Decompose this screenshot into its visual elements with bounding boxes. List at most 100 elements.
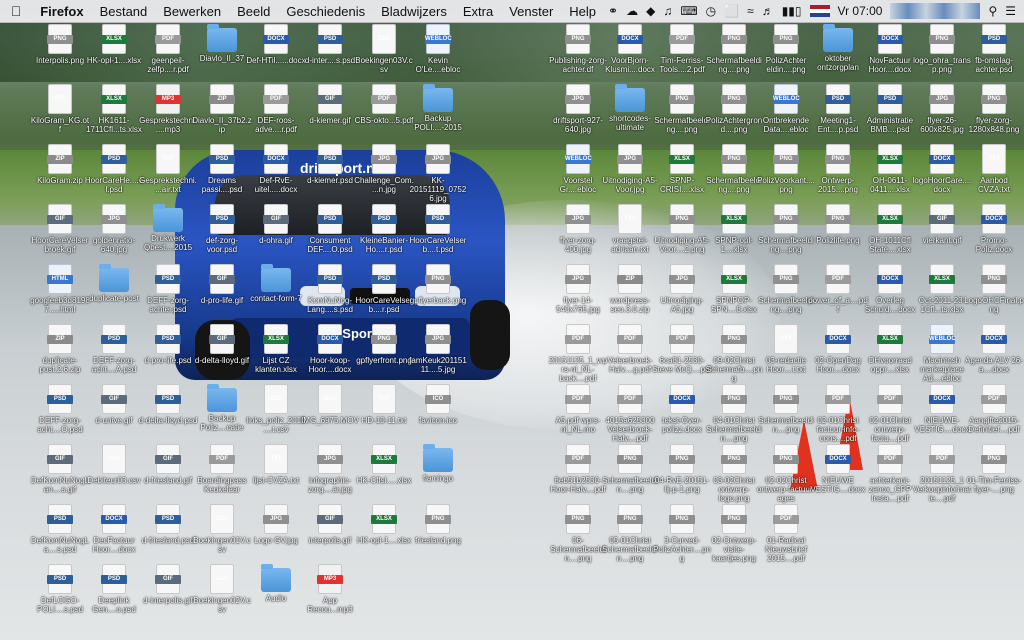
desktop-file-icon[interactable]: GIF HoorCareVelserbroek.gif — [30, 204, 90, 266]
menu-bewerken[interactable]: Bewerken — [155, 4, 229, 19]
desktop-file-icon[interactable]: duplicate-post — [84, 264, 144, 326]
menu-bladwijzers[interactable]: Bladwijzers — [373, 4, 455, 19]
desktop-file-icon[interactable]: PNG PolizAchtergrond....png — [704, 84, 764, 146]
desktop-file-icon[interactable]: PDF Tim-Ferriss-Tools....2.pdf — [652, 24, 712, 86]
desktop-file-icon[interactable]: CSV Boekingen02V.csv — [192, 564, 252, 626]
desktop-file-icon[interactable]: PNG Polizlife.png — [808, 204, 868, 266]
desktop-file-icon[interactable]: XLSX Lijst CZ klanten.xlsx — [246, 324, 306, 386]
desktop-file-icon[interactable]: XLSX HK1611-1711Cfl...ts.xlsx — [84, 84, 144, 146]
desktop-file-icon[interactable]: MOV IMG_6975.MOV — [300, 384, 360, 446]
desktop-file-icon[interactable]: JPG goldenratio-640.jpg — [84, 204, 144, 266]
desktop-file-icon[interactable]: PDF Aangifte2015-Definitief....pdf — [964, 384, 1024, 446]
desktop-file-icon[interactable]: PNG 03-02Christ ontwerp-logo.png — [704, 444, 764, 506]
desktop-file-icon[interactable]: PDF Velserbroek-Halv....g.pdf — [600, 324, 660, 386]
desktop-file-icon[interactable]: PNG Schermafbeelding....png — [704, 24, 764, 86]
menu-beeld[interactable]: Beeld — [229, 4, 278, 19]
desktop-file-icon[interactable]: MP3 App Recou...mp3 — [300, 564, 360, 626]
sync-icon[interactable]: ⚭ — [608, 4, 618, 18]
desktop-file-icon[interactable]: XLSX OHvoorraad oppr....xlsx — [860, 324, 920, 386]
desktop-file-icon[interactable]: Drukwerk Qbest....2015 — [138, 204, 198, 266]
desktop-file-icon[interactable]: PNG Schermafbeelding....png — [756, 264, 816, 326]
desktop-file-icon[interactable]: PSD d-pro-life.psd — [138, 324, 198, 386]
desktop-file-icon[interactable]: DOCX tekst-Over-polizz.docx — [652, 384, 712, 446]
desktop-file-icon[interactable]: ICO favicon.ico — [408, 384, 468, 446]
desktop-file-icon[interactable]: PSD Deeplink Gen....o.psd — [84, 564, 144, 626]
desktop-file-icon[interactable]: PNG gpflyerfront.png — [354, 324, 414, 386]
desktop-file-icon[interactable]: PNG LogoOHCFinal.png — [964, 264, 1024, 326]
desktop-file-icon[interactable]: JPG KK-20151119_07526.jpg — [408, 144, 468, 206]
desktop-file-icon[interactable]: GIF d-kiemer.gif — [300, 84, 360, 146]
desktop-file-icon[interactable]: PSD d-friesland.psd — [138, 504, 198, 566]
desktop-file-icon[interactable]: TXT Aanbod CVZA.txt — [964, 144, 1024, 206]
desktop-file-icon[interactable]: PNG logo_ohra_transp.png — [912, 24, 972, 86]
desktop-file-icon[interactable]: GIF d-delta-lloyd.gif — [192, 324, 252, 386]
desktop-file-icon[interactable]: XLSX HK-opl-1....xlsx — [84, 24, 144, 86]
desktop-file-icon[interactable]: XLSX SPNP-opl-1....xlsx — [704, 204, 764, 266]
desktop-file-icon[interactable]: flamingo — [408, 444, 468, 506]
desktop-file-icon[interactable]: DOCX NIEUWE VESTIG....docx — [808, 444, 868, 506]
desktop-file-icon[interactable]: PNG Schermafbeeldin....png — [600, 444, 660, 506]
desktop-file-icon[interactable]: DOCX Hoor-koop-Hoor....docx — [300, 324, 360, 386]
desktop-file-icon[interactable]: PNG Schermafbeelding....png — [652, 84, 712, 146]
desktop-file-icon[interactable]: DOCX Def-HTil......docx — [246, 24, 306, 86]
desktop-file-icon[interactable]: CSV Boekingen01V.csv — [192, 504, 252, 566]
clock[interactable]: Vr 07:00 — [838, 4, 883, 18]
desktop-file-icon[interactable]: DOCX Promo-Poliz.docx — [964, 204, 1024, 266]
desktop-file-icon[interactable]: PDF geenpeil-zelfp....r.pdf — [138, 24, 198, 86]
desktop-file-icon[interactable]: GIF d-friesland.gif — [138, 444, 198, 506]
desktop-file-icon[interactable]: PDF 6ca81-2530-Steve McQ....pdf — [652, 324, 712, 386]
desktop-file-icon[interactable]: DOCX NovFactuur Hoor....docx — [860, 24, 920, 86]
desktop-file-icon[interactable]: oktober ontzorgplan — [808, 24, 868, 86]
desktop-file-icon[interactable]: WEBLOC Ontbrekende Data....ebloc — [756, 84, 816, 146]
desktop-file-icon[interactable]: PNG friesland.png — [408, 504, 468, 566]
dropbox-icon[interactable]: ◆ — [646, 4, 655, 18]
menu-geschiedenis[interactable]: Geschiedenis — [278, 4, 373, 19]
desktop-file-icon[interactable]: TXT 03-redactie Hoor....t.txt — [756, 324, 816, 386]
desktop-file-icon[interactable]: JPG Uitnodiging-A5-Voor.jpg — [600, 144, 660, 206]
clock-icon[interactable]: ◷ — [706, 4, 716, 18]
desktop-file-icon[interactable]: PNG PolizAchter eldin....png — [756, 24, 816, 86]
desktop-file-icon[interactable]: DOCX logoHoorCare....docx — [912, 144, 972, 206]
desktop-file-icon[interactable]: PNG 09-02Christ Schermafb....png — [704, 324, 764, 386]
desktop-file-icon[interactable]: CSV Debiteur03.csv — [84, 444, 144, 506]
desktop-file-icon[interactable]: PNG Interpolis.png — [30, 24, 90, 86]
desktop-file-icon[interactable]: PDF achterkant-zanox_GPP Insta....pdf — [860, 444, 920, 506]
desktop-file-icon[interactable]: CSV links_poliz_2015....t.csv — [246, 384, 306, 446]
desktop-file-icon[interactable]: PNG 01-Tim-Ferriss-flyer-....png — [964, 444, 1024, 506]
desktop-file-icon[interactable]: PNG flyer-zorg-1280x848.png — [964, 84, 1024, 146]
desktop-file-icon[interactable]: PSD Dreams passi....psd — [192, 144, 252, 206]
desktop-file-icon[interactable]: PNG Schermafbeelding....png — [704, 144, 764, 206]
desktop-file-icon[interactable]: GIF vierkant.gif — [912, 204, 972, 266]
desktop-file-icon[interactable]: PSD HoorCareVelserb....t.psd — [408, 204, 468, 266]
desktop-file-icon[interactable]: XLSX SPNP-CRISI....xlsx — [652, 144, 712, 206]
desktop-file-icon[interactable]: PSD Consument DEF....O.psd — [300, 204, 360, 266]
battery-icon[interactable]: ▮▮▯ — [782, 4, 802, 18]
desktop-file-icon[interactable]: XLSX OH-0611-0411....xlsx — [860, 144, 920, 206]
desktop-file-icon[interactable]: XLSX SPNPOP-SPN....8.xlsx — [704, 264, 764, 326]
desktop-file-icon[interactable]: JPG Logo GV.jpg — [246, 504, 306, 566]
desktop-file-icon[interactable]: PSD KomNuNog-Lang....s.psd — [300, 264, 360, 326]
desktop-file-icon[interactable]: PDF power_of_a....pdf — [808, 264, 868, 326]
menu-help[interactable]: Help — [561, 4, 604, 19]
desktop-file-icon[interactable]: Backup Poliz....catie — [192, 384, 252, 446]
desktop-file-icon[interactable]: ZIP KiloGram.zip — [30, 144, 90, 206]
apple-menu-icon[interactable]:  — [0, 3, 32, 19]
desktop-file-icon[interactable]: PSD d-delta-lloyd.psd — [138, 384, 198, 446]
desktop-file-icon[interactable]: PSD DEFF-zorg-acht....O.psd — [30, 384, 90, 446]
desktop-file-icon[interactable]: PNG PolizVoorkant....png — [756, 144, 816, 206]
desktop-file-icon[interactable]: PDF Boardingpass Keukelaar — [192, 444, 252, 506]
desktop-file-icon[interactable]: JPG driftsport-927-640.jpg — [548, 84, 608, 146]
desktop-file-icon[interactable]: TXT vraagstel-adriaan.txt — [600, 204, 660, 266]
desktop-file-icon[interactable]: JPG Uitnodiging-A5.jpg — [652, 264, 712, 326]
desktop-file-icon[interactable]: TXT HD-10-11.txt — [354, 384, 414, 446]
desktop-file-icon[interactable]: PSD def-zorg-voor.psd — [192, 204, 252, 266]
desktop-file-icon[interactable]: PNG 05-01Christ Schermafbeeldin....png — [600, 504, 660, 566]
menu-app-firefox[interactable]: Firefox — [32, 4, 91, 19]
desktop-file-icon[interactable]: PDF 20151125_1_wprs-nl_NL-back....pdf — [548, 324, 608, 386]
desktop-file-icon[interactable]: JPG flyer-14-540x765.jpg — [548, 264, 608, 326]
desktop-file-icon[interactable]: ZIP Diavlo_II_37b2.zip — [192, 84, 252, 146]
desktop-file-icon[interactable]: XLSX Oct-2011-23-1Cfl...ts.xlsx — [912, 264, 972, 326]
desktop-file-icon[interactable]: DOCX NIEUWE-VESTIG....docx — [912, 384, 972, 446]
desktop-file-icon[interactable]: contact-form-7 — [246, 264, 306, 326]
desktop-file-icon[interactable]: CSV Boekingen03V.csv — [354, 24, 414, 86]
